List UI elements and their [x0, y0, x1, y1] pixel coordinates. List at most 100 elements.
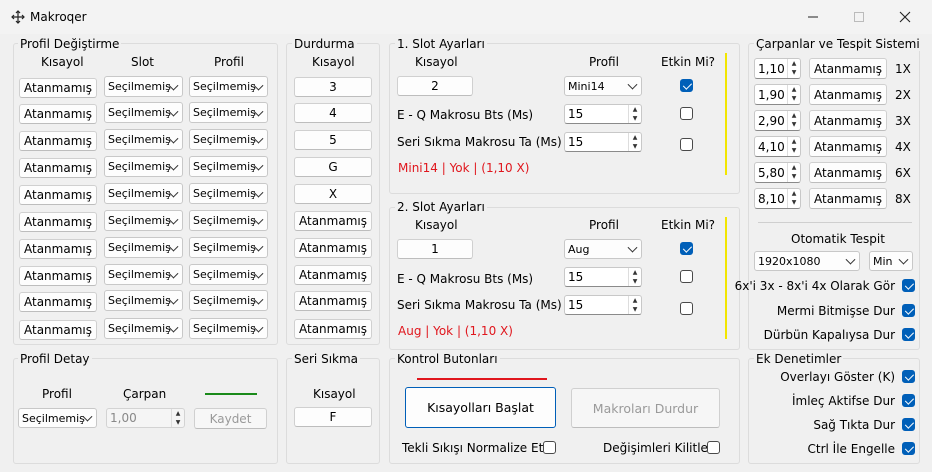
kisayollari-baslat-button[interactable]: Kısayolları Başlat — [405, 387, 556, 428]
oto-option-checkbox[interactable] — [902, 328, 915, 341]
spin-up-icon[interactable]: ▲ — [788, 85, 800, 95]
kisayol-button[interactable]: Atanmamış — [19, 104, 97, 124]
profil-select[interactable]: Seçilmemiş — [189, 129, 268, 150]
profil-select[interactable]: Seçilmemiş — [189, 210, 268, 231]
close-button[interactable] — [882, 0, 928, 34]
slot2-eq-stepper[interactable]: 15 ▲ ▼ — [564, 267, 642, 287]
carpan-value-stepper[interactable]: 5,80 ▲ ▼ — [754, 162, 801, 183]
slot2-kisayol-button[interactable]: 1 — [397, 239, 473, 259]
carpan-assign-button[interactable]: Atanmamış — [809, 110, 887, 131]
detay-carpan-stepper[interactable]: 1,00 ▲ ▼ — [106, 408, 185, 428]
slot-select[interactable]: Seçilmemiş — [104, 210, 183, 231]
profil-select[interactable]: Seçilmemiş — [189, 156, 268, 177]
ek-option-checkbox[interactable] — [902, 370, 915, 383]
kisayol-button[interactable]: Atanmamış — [19, 292, 97, 312]
spin-down-icon[interactable]: ▼ — [629, 142, 641, 151]
mode-select[interactable]: Min — [869, 251, 913, 271]
kisayol-button[interactable]: Atanmamış — [19, 131, 97, 151]
slot2-etkin-checkbox-1[interactable] — [680, 242, 693, 255]
spin-down-icon[interactable]: ▼ — [629, 114, 641, 123]
makrolari-durdur-button[interactable]: Makroları Durdur — [571, 388, 720, 428]
spin-up-icon[interactable]: ▲ — [629, 268, 641, 277]
profil-select[interactable]: Seçilmemiş — [189, 237, 268, 258]
spin-down-icon[interactable]: ▼ — [788, 69, 800, 79]
kisayol-button[interactable]: Atanmamış — [19, 185, 97, 205]
lock-checkbox[interactable] — [707, 441, 720, 454]
spin-down-icon[interactable]: ▼ — [788, 147, 800, 157]
durdurma-key-button[interactable]: Atanmamış — [294, 265, 372, 285]
spin-up-icon[interactable]: ▲ — [629, 133, 641, 142]
slot-select[interactable]: Seçilmemiş — [104, 318, 183, 339]
spin-up-icon[interactable]: ▲ — [172, 409, 184, 418]
profil-select[interactable]: Seçilmemiş — [189, 318, 268, 339]
durdurma-key-button[interactable]: Atanmamış — [294, 238, 372, 258]
spin-up-icon[interactable]: ▲ — [788, 111, 800, 121]
slot-select[interactable]: Seçilmemiş — [104, 183, 183, 204]
slot2-profil-select[interactable]: Aug — [564, 239, 642, 259]
carpan-value-stepper[interactable]: 8,10 ▲ ▼ — [754, 188, 801, 209]
carpan-assign-button[interactable]: Atanmamış — [809, 84, 887, 105]
spin-down-icon[interactable]: ▼ — [172, 418, 184, 427]
slot1-profil-select[interactable]: Mini14 — [564, 76, 642, 96]
seri-sikma-key-button[interactable]: F — [294, 407, 372, 427]
slot2-etkin-checkbox-3[interactable] — [680, 302, 693, 315]
slot-select[interactable]: Seçilmemiş — [104, 290, 183, 311]
carpan-value-stepper[interactable]: 1,90 ▲ ▼ — [754, 84, 801, 105]
carpan-value-stepper[interactable]: 1,10 ▲ ▼ — [754, 58, 801, 79]
profil-select[interactable]: Seçilmemiş — [189, 290, 268, 311]
kisayol-button[interactable]: Atanmamış — [19, 266, 97, 286]
carpan-value-stepper[interactable]: 4,10 ▲ ▼ — [754, 136, 801, 157]
slot-select[interactable]: Seçilmemiş — [104, 76, 183, 97]
durdurma-key-button[interactable]: 4 — [294, 103, 372, 123]
spin-down-icon[interactable]: ▼ — [788, 95, 800, 105]
slot1-etkin-checkbox-2[interactable] — [680, 107, 693, 120]
slot1-kisayol-button[interactable]: 2 — [397, 76, 473, 96]
durdurma-key-button[interactable]: X — [294, 184, 372, 204]
kisayol-button[interactable]: Atanmamış — [19, 158, 97, 178]
normalize-checkbox[interactable] — [543, 441, 556, 454]
spin-up-icon[interactable]: ▲ — [788, 137, 800, 147]
carpan-assign-button[interactable]: Atanmamış — [809, 136, 887, 157]
oto-option-checkbox[interactable] — [902, 304, 915, 317]
carpan-value-stepper[interactable]: 2,90 ▲ ▼ — [754, 110, 801, 131]
kisayol-button[interactable]: Atanmamış — [19, 239, 97, 259]
spin-down-icon[interactable]: ▼ — [629, 277, 641, 286]
spin-up-icon[interactable]: ▲ — [629, 105, 641, 114]
oto-option-checkbox[interactable] — [902, 279, 915, 292]
carpan-assign-button[interactable]: Atanmamış — [809, 188, 887, 209]
spin-up-icon[interactable]: ▲ — [788, 189, 800, 199]
spin-up-icon[interactable]: ▲ — [788, 59, 800, 69]
kisayol-button[interactable]: Atanmamış — [19, 212, 97, 232]
spin-down-icon[interactable]: ▼ — [788, 199, 800, 209]
profil-select[interactable]: Seçilmemiş — [189, 76, 268, 97]
ek-option-checkbox[interactable] — [902, 418, 915, 431]
ek-option-checkbox[interactable] — [902, 394, 915, 407]
slot2-etkin-checkbox-2[interactable] — [680, 270, 693, 283]
carpan-assign-button[interactable]: Atanmamış — [809, 58, 887, 79]
durdurma-key-button[interactable]: 5 — [294, 130, 372, 150]
profil-select[interactable]: Seçilmemiş — [189, 102, 268, 123]
detay-profil-select[interactable]: Seçilmemiş — [18, 408, 97, 428]
durdurma-key-button[interactable]: 3 — [294, 77, 372, 97]
resolution-select[interactable]: 1920x1080 — [754, 251, 860, 271]
durdurma-key-button[interactable]: Atanmamış — [294, 291, 372, 311]
slot-select[interactable]: Seçilmemiş — [104, 129, 183, 150]
ek-option-checkbox[interactable] — [902, 442, 915, 455]
spin-down-icon[interactable]: ▼ — [788, 121, 800, 131]
slot2-seri-stepper[interactable]: 15 ▲ ▼ — [564, 295, 642, 315]
slot1-seri-stepper[interactable]: 15 ▲ ▼ — [564, 132, 642, 152]
slot-select[interactable]: Seçilmemiş — [104, 237, 183, 258]
durdurma-key-button[interactable]: Atanmamış — [294, 319, 372, 339]
durdurma-key-button[interactable]: Atanmamış — [294, 211, 372, 231]
profil-select[interactable]: Seçilmemiş — [189, 264, 268, 285]
spin-down-icon[interactable]: ▼ — [788, 173, 800, 183]
minimize-button[interactable] — [790, 0, 836, 34]
slot1-etkin-checkbox-3[interactable] — [680, 138, 693, 151]
maximize-button[interactable] — [836, 0, 882, 34]
kisayol-button[interactable]: Atanmamış — [19, 320, 97, 340]
spin-up-icon[interactable]: ▲ — [788, 163, 800, 173]
carpan-assign-button[interactable]: Atanmamış — [809, 162, 887, 183]
profil-select[interactable]: Seçilmemiş — [189, 183, 268, 204]
slot-select[interactable]: Seçilmemiş — [104, 264, 183, 285]
spin-down-icon[interactable]: ▼ — [629, 305, 641, 314]
